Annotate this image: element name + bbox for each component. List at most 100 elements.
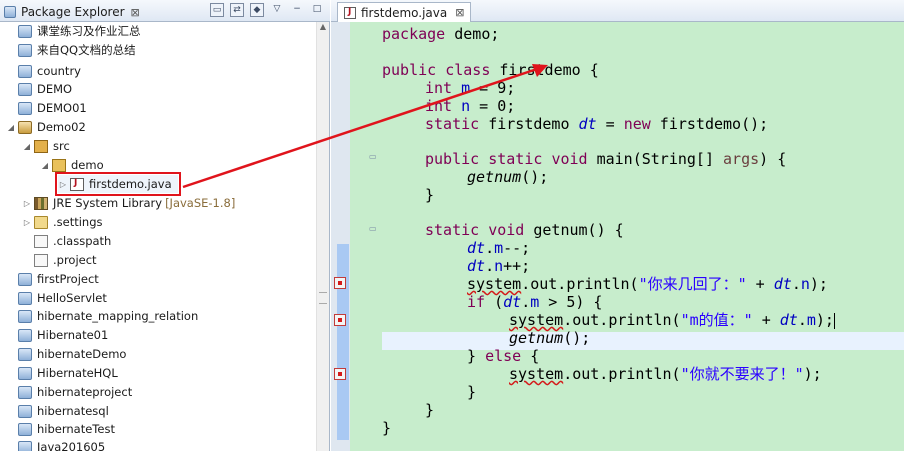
- package-explorer-icon: [4, 6, 16, 18]
- code-area[interactable]: package demo; public class firstdemo { i…: [382, 22, 904, 451]
- code-line: int n = 0;: [425, 97, 516, 115]
- tree-item-suffix: [JavaSE-1.8]: [165, 196, 236, 210]
- filter-icon[interactable]: ◆: [250, 3, 264, 17]
- code-line: dt.n++;: [467, 257, 531, 275]
- warning-marker-icon[interactable]: [334, 314, 346, 326]
- code-line: } else {: [467, 347, 540, 365]
- close-icon[interactable]: ⊠: [455, 6, 464, 19]
- expanded-arrow-icon[interactable]: ◢: [22, 142, 32, 151]
- project-icon: [18, 291, 32, 305]
- text-caret: [833, 312, 835, 329]
- maximize-icon[interactable]: □: [310, 3, 324, 17]
- tree-item[interactable]: HibernateHQL: [6, 364, 118, 382]
- tree-item-label: firstProject: [37, 272, 99, 286]
- tree-item[interactable]: DEMO01: [6, 99, 87, 117]
- collapsed-arrow-icon[interactable]: ▷: [22, 199, 32, 208]
- tree-item-label: hibernateDemo: [37, 347, 127, 361]
- tree-item-label: .classpath: [53, 234, 112, 248]
- project-icon: [18, 328, 32, 342]
- fold-collapse-icon[interactable]: ▭: [369, 224, 377, 233]
- package-icon: [52, 158, 66, 172]
- minimize-icon[interactable]: −: [290, 3, 304, 17]
- tree-item[interactable]: Java201605: [6, 438, 105, 451]
- view-menu-icon[interactable]: ▽: [270, 3, 284, 17]
- tab-label: Package Explorer: [21, 5, 125, 19]
- file-icon: [34, 234, 48, 248]
- tree-item-package-demo[interactable]: ◢ demo: [40, 156, 104, 174]
- code-line: int m = 9;: [425, 79, 516, 97]
- code-line: public static void main(String[] args) {: [425, 150, 787, 168]
- code-line: if (dt.m > 5) {: [467, 293, 603, 311]
- project-icon: [18, 272, 32, 286]
- project-icon: [18, 64, 32, 78]
- tree-item[interactable]: DEMO: [6, 80, 72, 98]
- view-toolbar: ▭ ⇄ ◆ ▽ − □: [210, 3, 324, 17]
- tree-item[interactable]: 课堂练习及作业汇总: [6, 22, 141, 40]
- project-icon: [18, 440, 32, 451]
- tree-item-label: Hibernate01: [37, 328, 109, 342]
- tree-item-label: firstdemo.java: [89, 177, 172, 191]
- library-icon: [34, 196, 48, 210]
- project-icon: [18, 385, 32, 399]
- tree-item-jre[interactable]: ▷ JRE System Library [JavaSE-1.8]: [22, 194, 235, 212]
- collapsed-arrow-icon[interactable]: ▷: [58, 180, 68, 189]
- code-line: }: [467, 383, 477, 401]
- package-explorer-panel: Package Explorer ⊠ ▭ ⇄ ◆ ▽ − □ 课堂练习及作业汇总…: [0, 0, 330, 451]
- tree-item-settings[interactable]: ▷ .settings: [22, 213, 103, 231]
- tree-item-label: HibernateHQL: [37, 366, 118, 380]
- tree-item-firstdemo-java[interactable]: ▷ firstdemo.java: [55, 172, 181, 196]
- collapse-all-icon[interactable]: ▭: [210, 3, 224, 17]
- tree-item[interactable]: 来自QQ文档的总结: [6, 41, 136, 59]
- range-indicator: [337, 244, 349, 440]
- code-line: package demo;: [382, 25, 500, 43]
- tree-item-label: Demo02: [37, 120, 86, 134]
- tree-item-label: Java201605: [37, 440, 106, 451]
- warning-marker-icon[interactable]: [334, 277, 346, 289]
- fold-collapse-icon[interactable]: ▭: [369, 152, 377, 161]
- tree-item-label: hibernateTest: [37, 422, 115, 436]
- code-line: static void getnum() {: [425, 221, 624, 239]
- tree-item-label: JRE System Library: [53, 196, 163, 210]
- tree-item[interactable]: hibernateproject: [6, 383, 132, 401]
- editor-tabbar: firstdemo.java ⊠: [331, 0, 904, 22]
- tab-package-explorer[interactable]: Package Explorer ⊠: [4, 2, 140, 22]
- tree-scrollbar[interactable]: ▲: [316, 22, 329, 451]
- current-line-highlight: [382, 332, 904, 350]
- tree-item[interactable]: hibernateTest: [6, 420, 115, 438]
- tree-item-label: 来自QQ文档的总结: [37, 43, 136, 57]
- package-explorer-tabbar: Package Explorer ⊠ ▭ ⇄ ◆ ▽ − □: [0, 0, 330, 22]
- tree-item-label: country: [37, 64, 81, 78]
- collapsed-arrow-icon[interactable]: ▷: [22, 218, 32, 227]
- tree-item[interactable]: hibernate_mapping_relation: [6, 307, 198, 325]
- expanded-arrow-icon[interactable]: ◢: [40, 161, 50, 170]
- tree-item-label: src: [53, 139, 70, 153]
- scroll-grip[interactable]: [319, 292, 327, 304]
- tab-firstdemo-java[interactable]: firstdemo.java ⊠: [337, 2, 472, 22]
- java-file-icon: [344, 6, 356, 19]
- tree-item-project-file[interactable]: .project: [22, 251, 97, 269]
- warning-marker-icon[interactable]: [334, 368, 346, 380]
- tree-item[interactable]: Hibernate01: [6, 326, 108, 344]
- code-line: getnum();: [467, 168, 549, 186]
- tree-item[interactable]: hibernatesql: [6, 402, 109, 420]
- editor-gutter: [331, 22, 350, 451]
- close-icon[interactable]: ⊠: [131, 6, 140, 19]
- tree-item[interactable]: firstProject: [6, 270, 99, 288]
- scroll-up-icon[interactable]: ▲: [317, 22, 329, 36]
- expanded-arrow-icon[interactable]: ◢: [6, 123, 16, 132]
- tree-item-src[interactable]: ◢ src: [22, 137, 70, 155]
- tree-item[interactable]: HelloServlet: [6, 289, 107, 307]
- tree-item-demo02[interactable]: ◢ Demo02: [6, 118, 86, 136]
- project-open-icon: [18, 120, 32, 134]
- code-line: }: [425, 186, 435, 204]
- tree-item-label: demo: [71, 158, 104, 172]
- code-line: public class firstdemo {: [382, 61, 599, 79]
- link-with-editor-icon[interactable]: ⇄: [230, 3, 244, 17]
- tree-item-classpath[interactable]: .classpath: [22, 232, 111, 250]
- project-icon: [18, 422, 32, 436]
- tree-item[interactable]: hibernateDemo: [6, 345, 126, 363]
- tree-item-label: .settings: [53, 215, 103, 229]
- tree-item[interactable]: country: [6, 62, 81, 80]
- code-line: dt.m--;: [467, 239, 531, 257]
- editor-tab-label: firstdemo.java: [361, 5, 448, 20]
